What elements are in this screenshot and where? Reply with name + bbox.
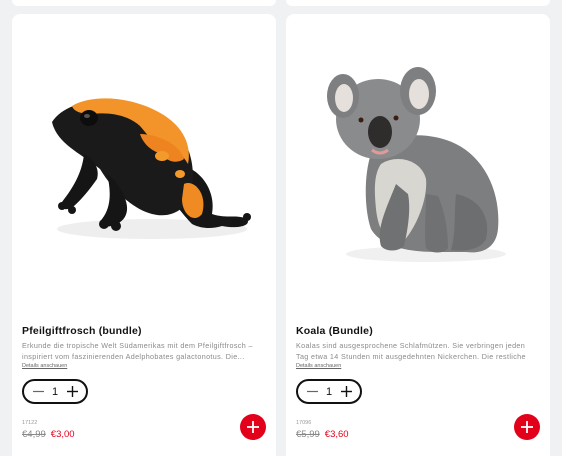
product-title[interactable]: Koala (Bundle) [296,325,373,337]
plus-icon [340,386,352,397]
product-description: Erkunde die tropische Welt Südamerikas m… [22,341,253,361]
plus-icon [247,421,259,433]
sale-price: €3,00 [50,429,75,440]
quantity-value: 1 [51,385,59,398]
increment-button[interactable] [65,385,79,399]
plus-icon [66,386,78,397]
old-price: €4,99 [22,429,46,440]
product-title[interactable]: Pfeilgiftfrosch (bundle) [22,325,142,337]
decrement-button[interactable] [305,385,319,399]
quantity-stepper: 1 [22,379,88,404]
price-row: €5,99 €3,60 [296,429,349,440]
minus-icon [306,390,318,393]
product-sku: 17122 [22,420,38,426]
decrement-button[interactable] [31,385,45,399]
frog-figure-icon [52,98,251,239]
plus-icon [521,421,533,433]
koala-figure-icon [327,67,506,262]
details-link[interactable]: Details anschauen [296,363,341,369]
quantity-value: 1 [325,385,333,398]
add-to-cart-button[interactable] [240,414,266,440]
details-link[interactable]: Details anschauen [22,363,67,369]
product-grid: Pfeilgiftfrosch (bundle) Erkunde die tro… [0,0,562,456]
price-row: €4,99 €3,00 [22,429,75,440]
sale-price: €3,60 [324,429,349,440]
product-card-koala: Koala (Bundle) Koalas sind ausgesprochen… [286,14,550,456]
product-sku: 17096 [296,420,312,426]
old-price: €5,99 [296,429,320,440]
product-card-frog: Pfeilgiftfrosch (bundle) Erkunde die tro… [12,14,276,456]
add-to-cart-button[interactable] [514,414,540,440]
product-description: Koalas sind ausgesprochene Schlafmützen.… [296,341,526,361]
product-image[interactable] [12,14,276,314]
product-image[interactable] [286,14,550,314]
quantity-stepper: 1 [296,379,362,404]
minus-icon [32,390,44,393]
increment-button[interactable] [339,385,353,399]
previous-card-edge [286,0,550,6]
previous-card-edge [12,0,276,6]
